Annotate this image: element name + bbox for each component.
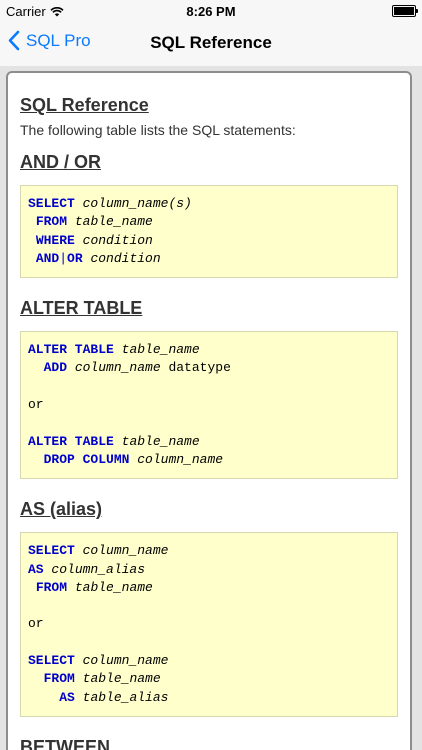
code-text: datatype — [160, 360, 231, 376]
code-line: ALTER TABLE table_name — [28, 433, 390, 451]
nav-bar: SQL Pro SQL Reference — [0, 22, 422, 67]
sql-keyword: SELECT — [28, 196, 75, 211]
sql-keyword: ALTER TABLE — [28, 342, 114, 358]
sql-identifier: table_name — [121, 342, 200, 358]
code-line: DROP COLUMN column_name — [28, 451, 390, 469]
battery-icon — [392, 5, 418, 17]
code-line: FROM table_name — [28, 579, 390, 597]
code-block: SELECT column_name AS column_alias FROM t… — [20, 532, 398, 717]
nav-title: SQL Reference — [150, 33, 272, 52]
code-line: or — [28, 396, 390, 414]
code-line: SELECT column_name — [28, 542, 390, 560]
sql-keyword: FROM — [35, 214, 68, 230]
web-content[interactable]: SQL Reference The following table lists … — [0, 66, 422, 750]
code-text: or — [28, 616, 44, 632]
section-title: AND / OR — [20, 152, 101, 172]
code-line: AS column_alias — [28, 561, 390, 579]
status-bar: Carrier 8:26 PM — [0, 0, 422, 22]
sql-identifier: column_alias — [51, 561, 146, 577]
sql-identifier: table_name — [74, 579, 153, 595]
status-time: 8:26 PM — [186, 4, 236, 19]
sql-keyword: AS — [28, 561, 44, 577]
code-line: or — [28, 615, 390, 633]
code-block: SELECT column_name(s) FROM table_name WH… — [20, 185, 398, 279]
code-block: ALTER TABLE table_name ADD column_name d… — [20, 331, 398, 480]
sql-identifier: condition — [90, 250, 161, 266]
code-line: ALTER TABLE table_name — [28, 341, 390, 359]
sql-keyword: ALTER TABLE — [28, 433, 114, 449]
page-heading: SQL Reference — [20, 95, 149, 115]
sql-identifier: column_name — [82, 653, 169, 669]
sql-keyword: SELECT — [28, 653, 75, 669]
intro-text: The following table lists the SQL statem… — [20, 122, 296, 138]
code-text: | — [59, 250, 68, 266]
code-line: SELECT column_name(s) — [28, 195, 390, 213]
status-right — [392, 5, 418, 17]
reference-card: SQL Reference The following table lists … — [6, 71, 412, 750]
sql-keyword: FROM — [43, 671, 75, 687]
sql-identifier: table_alias — [82, 689, 169, 705]
sql-identifier: column_name — [137, 451, 224, 467]
sql-identifier: table_name — [121, 433, 200, 449]
sql-identifier: table_name — [82, 671, 161, 687]
section-title: ALTER TABLE — [20, 298, 143, 319]
sql-keyword: ADD — [43, 360, 68, 376]
sql-keyword: WHERE — [35, 232, 75, 248]
sql-keyword: AS — [59, 689, 75, 705]
sql-keyword: AND — [35, 250, 60, 266]
code-line: FROM table_name — [28, 213, 390, 231]
sql-identifier: table_name — [74, 214, 153, 230]
section-title: AS (alias) — [20, 499, 103, 520]
code-line: FROM table_name — [28, 670, 390, 688]
code-line: SELECT column_name — [28, 652, 390, 670]
code-line: WHERE condition — [28, 232, 390, 250]
code-line: ADD column_name datatype — [28, 359, 390, 377]
sql-identifier: column_name — [82, 543, 169, 559]
section-title: BETWEEN — [20, 736, 110, 750]
sql-keyword: DROP COLUMN — [43, 451, 130, 467]
sql-keyword: SELECT — [28, 543, 75, 559]
sql-keyword: OR — [67, 250, 83, 266]
sql-identifier: column_name(s) — [82, 196, 192, 211]
code-line: AND|OR condition — [28, 250, 390, 268]
sql-identifier: condition — [82, 232, 153, 248]
code-text: or — [28, 397, 44, 413]
sql-identifier: column_name — [74, 360, 161, 376]
sql-keyword: FROM — [35, 579, 68, 595]
sections-container: AND / OR SELECT column_name(s) FROM table… — [20, 152, 398, 750]
code-line: AS table_alias — [28, 689, 390, 707]
